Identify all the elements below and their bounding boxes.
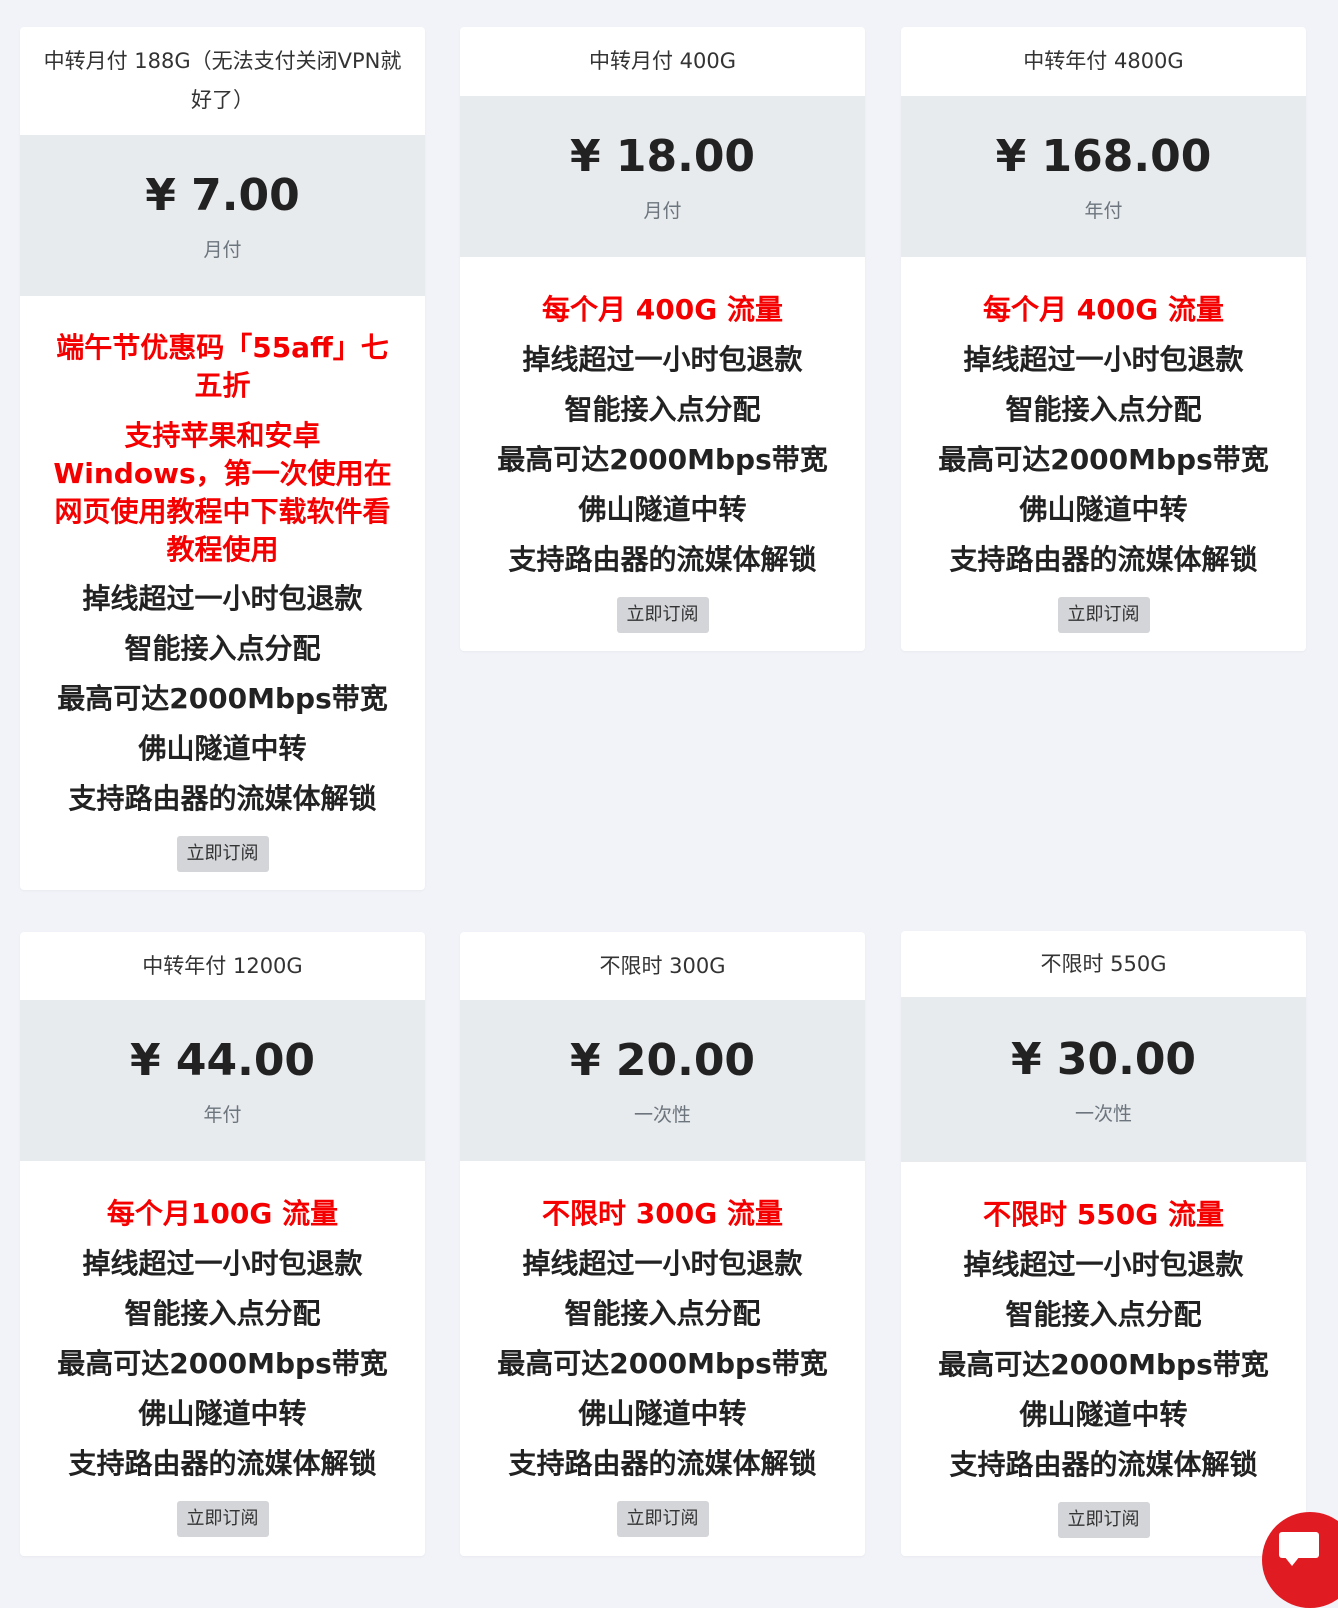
plan-title: 中转月付 188G（无法支付关闭VPN就好了） (43, 49, 402, 112)
billing-period: 月付 (643, 200, 682, 222)
traffic-highlight: 每个月 400G 流量 (542, 293, 783, 326)
price-block: ¥ 44.00 年付 (20, 1000, 425, 1161)
subscribe-button[interactable]: 立即订阅 (1057, 597, 1150, 633)
plan-price: ¥ 20.00 (569, 1035, 756, 1086)
plan-title: 不限时 550G (1040, 951, 1167, 976)
billing-period: 一次性 (633, 1104, 691, 1126)
feature-item: 佛山隧道中转 (1019, 1398, 1188, 1431)
price-block: ¥ 168.00 年付 (901, 96, 1306, 257)
feature-item: 最高可达2000Mbps带宽 (57, 1347, 388, 1380)
feature-item: 掉线超过一小时包退款 (963, 1248, 1244, 1281)
plan-title: 中转年付 4800G (1023, 49, 1184, 73)
feature-item: 最高可达2000Mbps带宽 (497, 443, 828, 476)
subscribe-button[interactable]: 立即订阅 (1057, 1502, 1150, 1538)
plan-title: 中转年付 1200G (142, 953, 303, 978)
chat-bubble-tail (1284, 1556, 1300, 1566)
plan-price: ¥ 7.00 (145, 170, 300, 221)
billing-period: 年付 (203, 1104, 242, 1126)
plan-price: ¥ 44.00 (129, 1035, 316, 1086)
price-block: ¥ 18.00 月付 (460, 96, 865, 257)
price-block: ¥ 20.00 一次性 (460, 1000, 865, 1161)
plan-card: 中转年付 1200G ¥ 44.00 年付 每个月100G 流量 掉线超过一小时… (20, 932, 425, 1556)
feature-item: 支持路由器的流媒体解锁 (949, 543, 1258, 576)
feature-list: 不限时 300G 流量 掉线超过一小时包退款 智能接入点分配 最高可达2000M… (460, 1161, 865, 1537)
feature-item: 智能接入点分配 (1005, 393, 1202, 426)
feature-item: 掉线超过一小时包退款 (82, 582, 363, 615)
plan-price: ¥ 18.00 (569, 131, 756, 182)
feature-item: 掉线超过一小时包退款 (522, 1247, 803, 1280)
feature-list: 每个月100G 流量 掉线超过一小时包退款 智能接入点分配 最高可达2000Mb… (20, 1161, 425, 1537)
price-block: ¥ 30.00 一次性 (901, 997, 1306, 1162)
feature-item: 掉线超过一小时包退款 (82, 1247, 363, 1280)
feature-list: 每个月 400G 流量 掉线超过一小时包退款 智能接入点分配 最高可达2000M… (460, 257, 865, 633)
feature-item: 最高可达2000Mbps带宽 (57, 682, 388, 715)
feature-item: 支持路由器的流媒体解锁 (68, 782, 377, 815)
feature-item: 智能接入点分配 (1005, 1298, 1202, 1331)
subscribe-button[interactable]: 立即订阅 (176, 1501, 269, 1537)
feature-item: 佛山隧道中转 (578, 493, 747, 526)
subscribe-button[interactable]: 立即订阅 (616, 597, 709, 633)
feature-item: 佛山隧道中转 (138, 1397, 307, 1430)
feature-item: 智能接入点分配 (564, 1297, 761, 1330)
feature-item: 佛山隧道中转 (578, 1397, 747, 1430)
feature-item: 智能接入点分配 (564, 393, 761, 426)
plan-price: ¥ 168.00 (995, 131, 1212, 182)
traffic-highlight: 不限时 300G 流量 (542, 1197, 783, 1230)
traffic-highlight: 不限时 550G 流量 (983, 1198, 1224, 1231)
plan-card: 中转月付 400G ¥ 18.00 月付 每个月 400G 流量 掉线超过一小时… (460, 27, 865, 651)
subscribe-button[interactable]: 立即订阅 (176, 836, 269, 872)
chat-bubble-icon (1279, 1532, 1319, 1558)
feature-list: 每个月 400G 流量 掉线超过一小时包退款 智能接入点分配 最高可达2000M… (901, 257, 1306, 633)
feature-list: 端午节优惠码「55aff」七五折 支持苹果和安卓Windows，第一次使用在网页… (20, 296, 425, 872)
price-block: ¥ 7.00 月付 (20, 135, 425, 296)
billing-period: 月付 (203, 239, 242, 261)
feature-item: 最高可达2000Mbps带宽 (497, 1347, 828, 1380)
subscribe-button[interactable]: 立即订阅 (616, 1501, 709, 1537)
plan-card: 不限时 300G ¥ 20.00 一次性 不限时 300G 流量 掉线超过一小时… (460, 932, 865, 1556)
feature-item: 智能接入点分配 (124, 632, 321, 665)
feature-item: 掉线超过一小时包退款 (963, 343, 1244, 376)
plan-card: 中转年付 4800G ¥ 168.00 年付 每个月 400G 流量 掉线超过一… (901, 27, 1306, 651)
promo-text: 端午节优惠码「55aff」七五折 (56, 331, 389, 402)
feature-item: 支持路由器的流媒体解锁 (949, 1448, 1258, 1481)
feature-list: 不限时 550G 流量 掉线超过一小时包退款 智能接入点分配 最高可达2000M… (901, 1162, 1306, 1538)
feature-item: 支持路由器的流媒体解锁 (508, 1447, 817, 1480)
plan-card: 不限时 550G ¥ 30.00 一次性 不限时 550G 流量 掉线超过一小时… (901, 931, 1306, 1556)
traffic-highlight: 每个月100G 流量 (106, 1197, 339, 1230)
plan-card: 中转月付 188G（无法支付关闭VPN就好了） ¥ 7.00 月付 端午节优惠码… (20, 27, 425, 890)
feature-item: 最高可达2000Mbps带宽 (938, 443, 1269, 476)
feature-item: 佛山隧道中转 (138, 732, 307, 765)
plan-title: 中转月付 400G (588, 49, 737, 73)
feature-item: 支持路由器的流媒体解锁 (68, 1447, 377, 1480)
plan-title: 不限时 300G (599, 953, 726, 978)
billing-period: 一次性 (1074, 1103, 1132, 1125)
traffic-highlight: 每个月 400G 流量 (983, 293, 1224, 326)
feature-item: 佛山隧道中转 (1019, 493, 1188, 526)
feature-item: 最高可达2000Mbps带宽 (938, 1348, 1269, 1381)
feature-item: 掉线超过一小时包退款 (522, 343, 803, 376)
plan-price: ¥ 30.00 (1010, 1034, 1197, 1085)
feature-item: 智能接入点分配 (124, 1297, 321, 1330)
promo-text: 支持苹果和安卓Windows，第一次使用在网页使用教程中下载软件看教程使用 (53, 419, 392, 566)
billing-period: 年付 (1084, 200, 1123, 222)
feature-item: 支持路由器的流媒体解锁 (508, 543, 817, 576)
